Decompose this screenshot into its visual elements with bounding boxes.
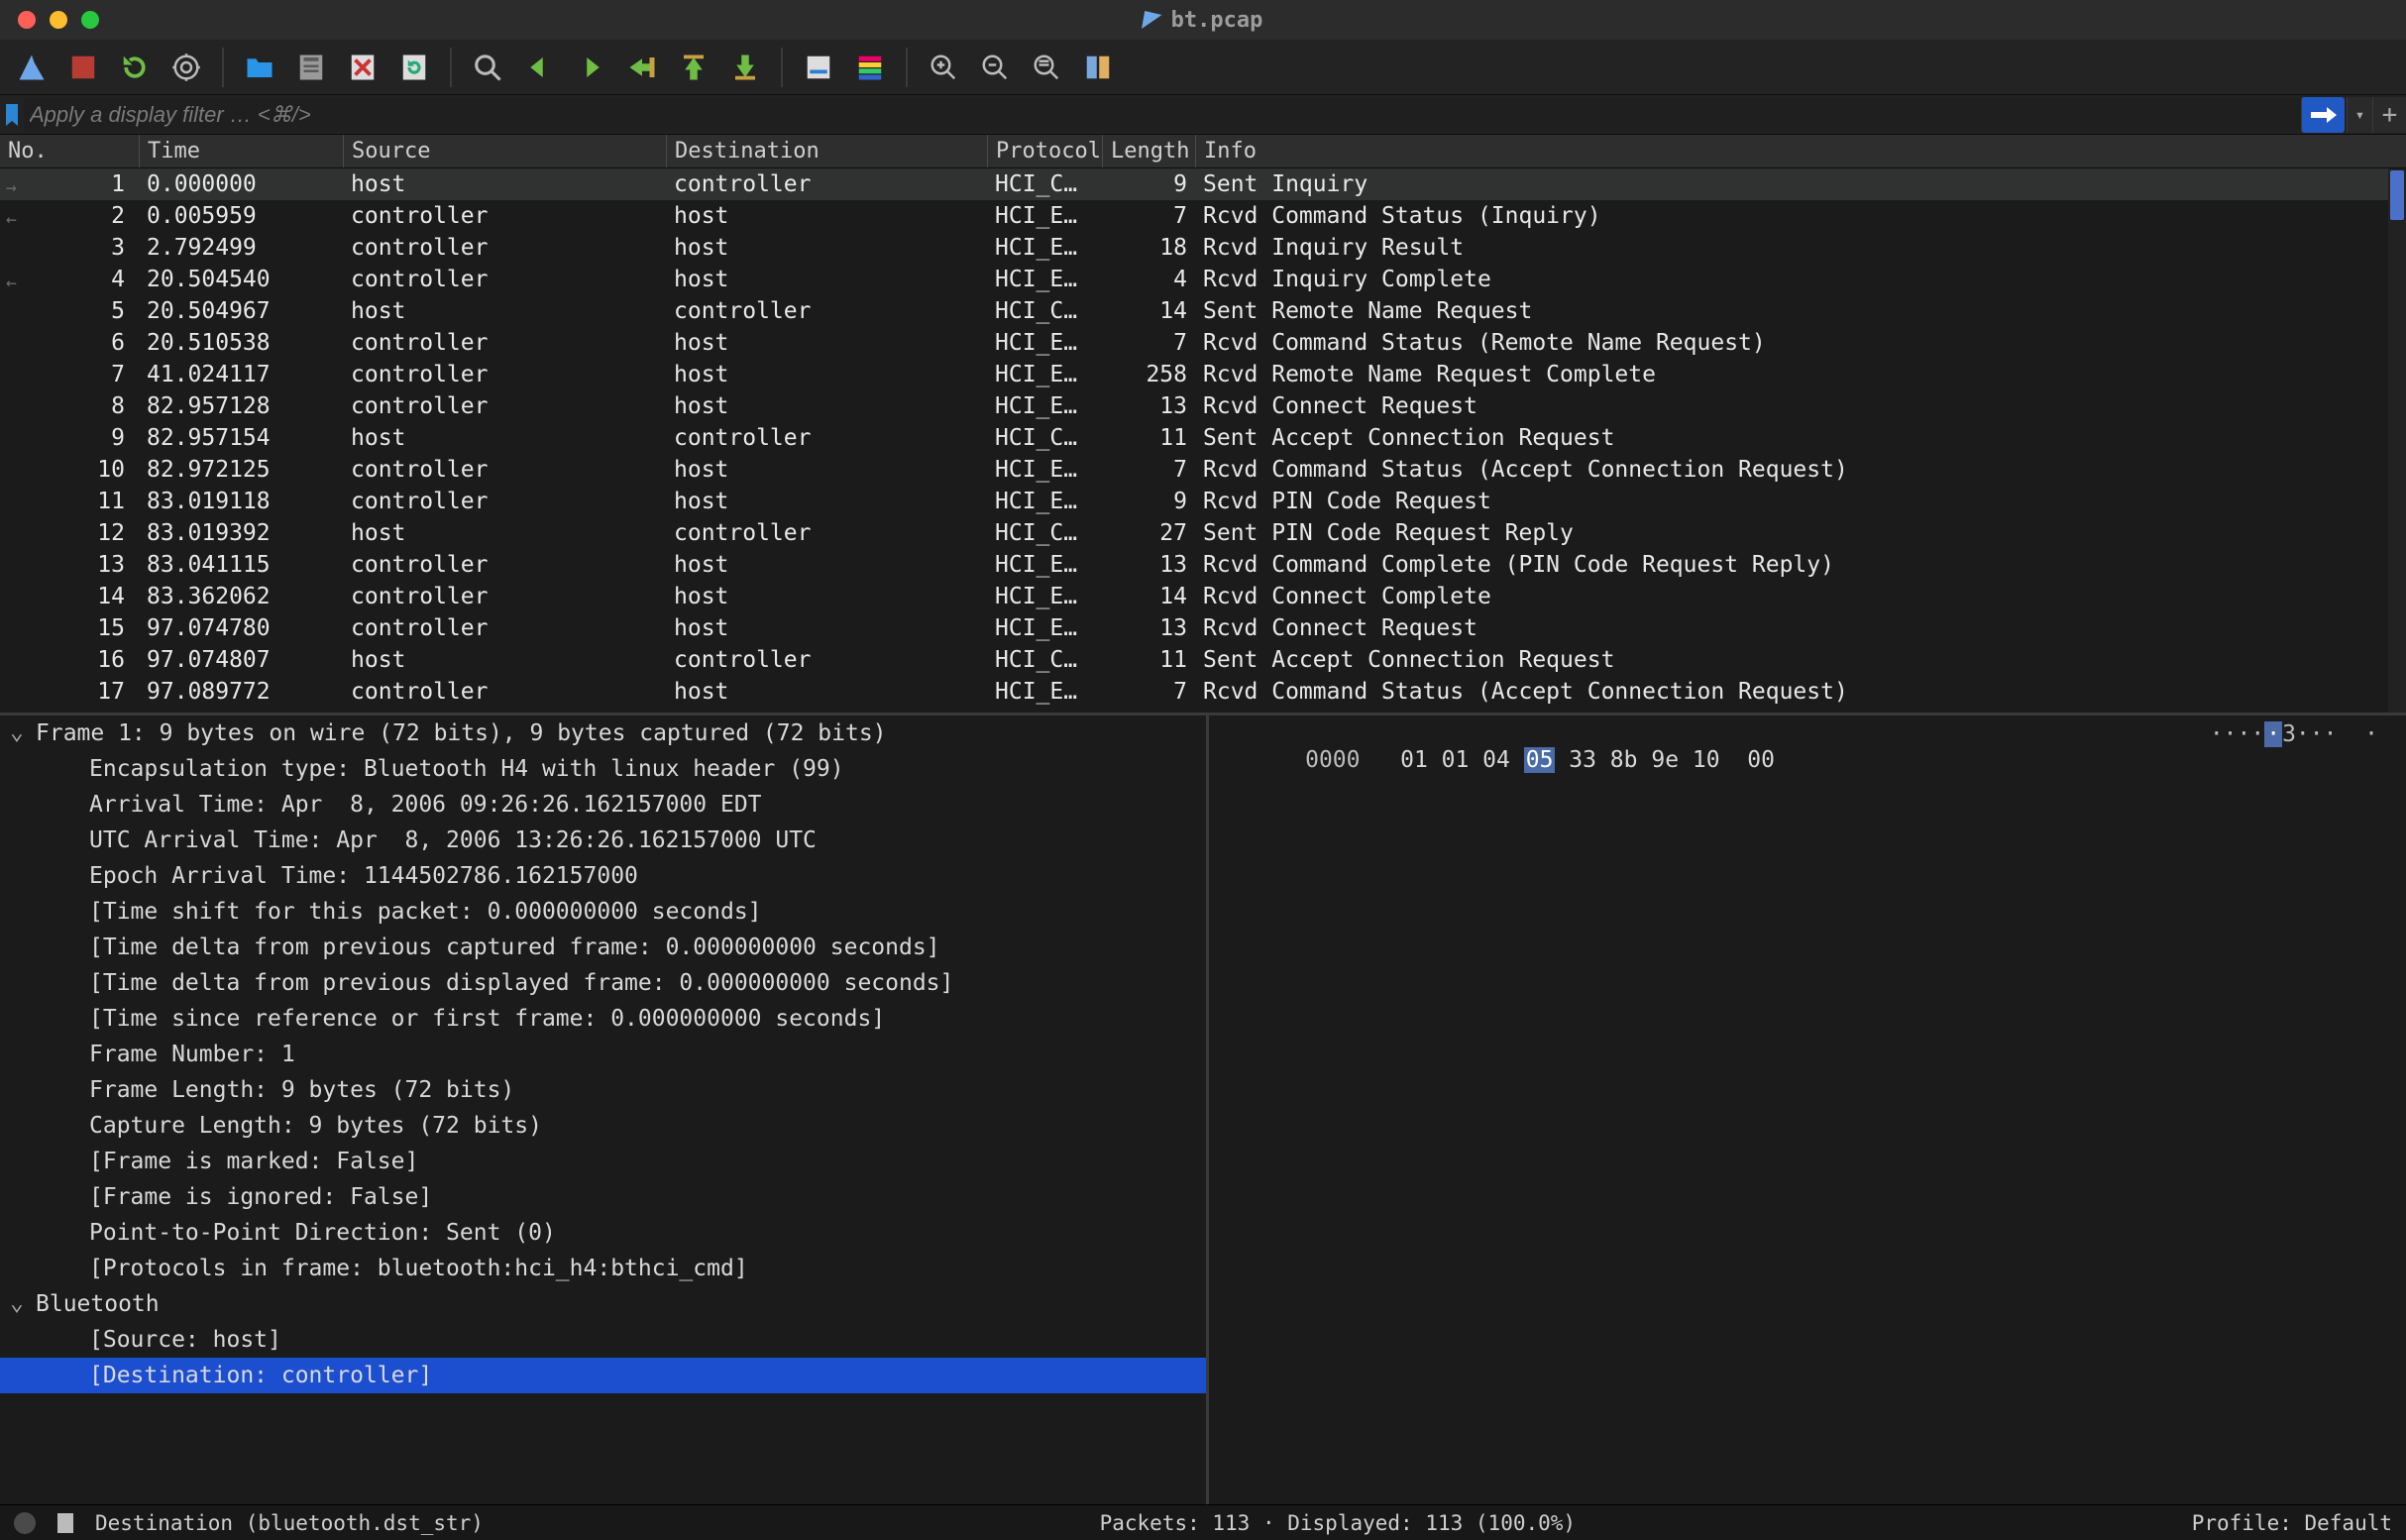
tree-field[interactable]: Encapsulation type: Bluetooth H4 with li…	[0, 751, 1206, 787]
tree-field[interactable]: Epoch Arrival Time: 1144502786.162157000	[0, 858, 1206, 894]
tree-frame-header[interactable]: ⌄Frame 1: 9 bytes on wire (72 bits), 9 b…	[0, 715, 1206, 751]
window-minimize-button[interactable]	[50, 11, 67, 29]
tree-field[interactable]: [Source: host]	[0, 1322, 1206, 1358]
tree-field[interactable]: Frame Number: 1	[0, 1037, 1206, 1072]
column-header-info[interactable]: Info	[1195, 135, 2406, 167]
column-header-protocol[interactable]: Protocol	[987, 135, 1102, 167]
wireshark-fin-icon	[1142, 11, 1162, 29]
main-toolbar	[0, 40, 2406, 95]
bytes-hex-pre: 01 01 04	[1400, 747, 1524, 773]
packet-row[interactable]: 982.957154hostcontrollerHCI_C…11Sent Acc…	[0, 422, 2406, 454]
packet-row[interactable]: 741.024117controllerhostHCI_E…258Rcvd Re…	[0, 359, 2406, 390]
zoom-in-button[interactable]	[922, 46, 965, 89]
packet-list-header[interactable]: No. Time Source Destination Protocol Len…	[0, 135, 2406, 168]
bytes-hex-post: 33 8b 9e 10 00	[1555, 747, 1775, 773]
packet-row[interactable]: ←420.504540controllerhostHCI_E…4Rcvd Inq…	[0, 264, 2406, 295]
go-back-button[interactable]	[517, 46, 561, 89]
bytes-offset: 0000	[1305, 747, 1400, 773]
capture-file-icon[interactable]	[55, 1511, 75, 1535]
packet-row[interactable]: 1082.972125controllerhostHCI_E…7Rcvd Com…	[0, 454, 2406, 486]
tree-field[interactable]: [Time shift for this packet: 0.000000000…	[0, 894, 1206, 930]
tree-field[interactable]: [Frame is ignored: False]	[0, 1179, 1206, 1215]
start-capture-button[interactable]	[10, 46, 54, 89]
tree-field[interactable]: [Protocols in frame: bluetooth:hci_h4:bt…	[0, 1251, 1206, 1286]
packet-list-body[interactable]: →10.000000hostcontrollerHCI_C…9Sent Inqu…	[0, 168, 2406, 713]
column-header-source[interactable]: Source	[343, 135, 666, 167]
titlebar: bt.pcap	[0, 0, 2406, 40]
close-file-button[interactable]	[341, 46, 384, 89]
tree-bluetooth-header[interactable]: ⌄Bluetooth	[0, 1286, 1206, 1322]
save-file-button[interactable]	[289, 46, 333, 89]
apply-filter-button[interactable]	[2301, 97, 2345, 133]
display-filter-input[interactable]	[24, 98, 2301, 132]
tree-field-selected[interactable]: [Destination: controller]	[0, 1358, 1206, 1393]
packet-row[interactable]: 1597.074780controllerhostHCI_E…13Rcvd Co…	[0, 612, 2406, 644]
zoom-out-button[interactable]	[973, 46, 1017, 89]
window-close-button[interactable]	[18, 11, 36, 29]
packet-row[interactable]: 1283.019392hostcontrollerHCI_C…27Sent PI…	[0, 517, 2406, 549]
tree-field[interactable]: Frame Length: 9 bytes (72 bits)	[0, 1072, 1206, 1108]
packet-row[interactable]: →10.000000hostcontrollerHCI_C…9Sent Inqu…	[0, 168, 2406, 200]
packet-list-pane: No. Time Source Destination Protocol Len…	[0, 135, 2406, 715]
restart-capture-button[interactable]	[113, 46, 157, 89]
bookmark-icon[interactable]	[0, 95, 24, 135]
reload-file-button[interactable]	[392, 46, 436, 89]
auto-scroll-button[interactable]	[797, 46, 840, 89]
column-header-no[interactable]: No.	[0, 135, 139, 167]
packet-row[interactable]: 1183.019118controllerhostHCI_E…9Rcvd PIN…	[0, 486, 2406, 517]
bytes-hex-highlight: 05	[1524, 747, 1556, 773]
tree-field[interactable]: Capture Length: 9 bytes (72 bits)	[0, 1108, 1206, 1144]
tree-field[interactable]: [Time delta from previous captured frame…	[0, 930, 1206, 965]
find-packet-button[interactable]	[466, 46, 509, 89]
stop-capture-button[interactable]	[61, 46, 105, 89]
packet-row[interactable]: ←20.005959controllerhostHCI_E…7Rcvd Comm…	[0, 200, 2406, 232]
tree-field[interactable]: Arrival Time: Apr 8, 2006 09:26:26.16215…	[0, 787, 1206, 823]
tree-field[interactable]: [Frame is marked: False]	[0, 1144, 1206, 1179]
window-zoom-button[interactable]	[81, 11, 99, 29]
filter-history-button[interactable]: ▾	[2347, 97, 2372, 133]
go-forward-button[interactable]	[569, 46, 612, 89]
go-first-button[interactable]	[672, 46, 715, 89]
resize-columns-button[interactable]	[1076, 46, 1120, 89]
go-last-button[interactable]	[723, 46, 767, 89]
packet-list-scrollbar[interactable]	[2388, 168, 2406, 713]
tree-field[interactable]: Point-to-Point Direction: Sent (0)	[0, 1215, 1206, 1251]
column-header-time[interactable]: Time	[139, 135, 343, 167]
colorize-button[interactable]	[848, 46, 892, 89]
zoom-reset-button[interactable]	[1025, 46, 1068, 89]
packet-row[interactable]: 1383.041115controllerhostHCI_E…13Rcvd Co…	[0, 549, 2406, 581]
packet-row[interactable]: 1483.362062controllerhostHCI_E…14Rcvd Co…	[0, 581, 2406, 612]
tree-field[interactable]: [Time delta from previous displayed fram…	[0, 965, 1206, 1001]
packet-row[interactable]: 32.792499controllerhostHCI_E…18Rcvd Inqu…	[0, 232, 2406, 264]
open-file-button[interactable]	[238, 46, 281, 89]
go-to-packet-button[interactable]	[620, 46, 664, 89]
window-title: bt.pcap	[1171, 8, 1263, 33]
packet-row[interactable]: 1697.074807hostcontrollerHCI_C…11Sent Ac…	[0, 644, 2406, 676]
status-profile[interactable]: Profile: Default	[2192, 1511, 2392, 1535]
status-field: Destination (bluetooth.dst_str)	[95, 1511, 484, 1535]
packet-row[interactable]: 882.957128controllerhostHCI_E…13Rcvd Con…	[0, 390, 2406, 422]
tree-field[interactable]: UTC Arrival Time: Apr 8, 2006 13:26:26.1…	[0, 823, 1206, 858]
column-header-length[interactable]: Length	[1102, 135, 1195, 167]
packet-bytes-pane[interactable]: 000001 01 04 05 33 8b 9e 10 00 ·····3···…	[1209, 715, 2406, 1504]
packet-row[interactable]: 1797.089772controllerhostHCI_E…7Rcvd Com…	[0, 676, 2406, 708]
expert-info-icon[interactable]	[14, 1512, 36, 1534]
tree-field[interactable]: [Time since reference or first frame: 0.…	[0, 1001, 1206, 1037]
packet-details-pane[interactable]: ⌄Frame 1: 9 bytes on wire (72 bits), 9 b…	[0, 715, 1209, 1504]
capture-options-button[interactable]	[164, 46, 208, 89]
display-filter-bar: ▾ +	[0, 95, 2406, 135]
status-packets: Packets: 113 · Displayed: 113 (100.0%)	[1100, 1511, 1576, 1535]
add-filter-button[interactable]: +	[2372, 97, 2406, 133]
status-bar: Destination (bluetooth.dst_str) Packets:…	[0, 1504, 2406, 1540]
packet-row[interactable]: 520.504967hostcontrollerHCI_C…14Sent Rem…	[0, 295, 2406, 327]
packet-row[interactable]: 620.510538controllerhostHCI_E…7Rcvd Comm…	[0, 327, 2406, 359]
column-header-destination[interactable]: Destination	[666, 135, 987, 167]
